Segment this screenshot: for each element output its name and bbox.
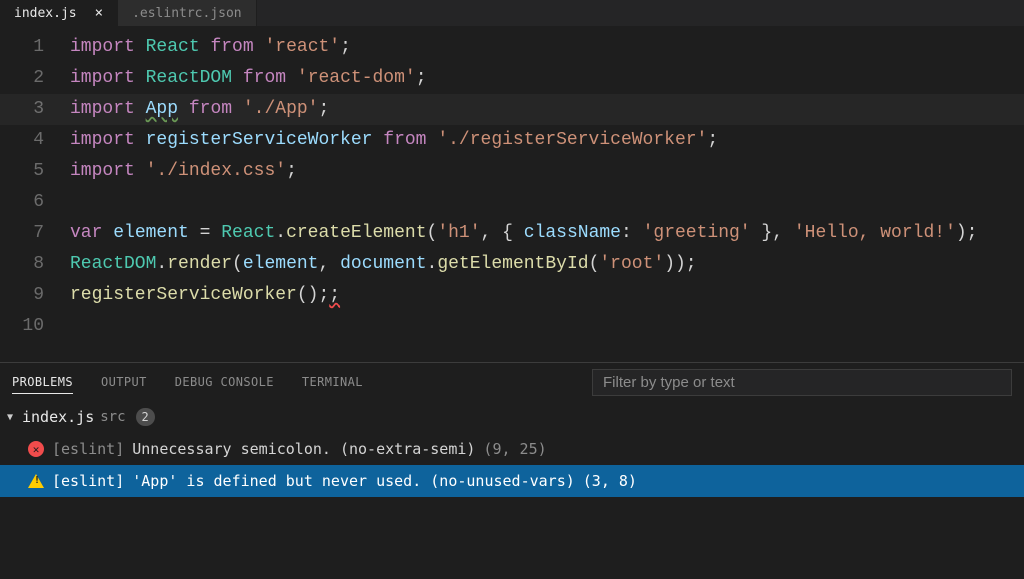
panel-tab-debugconsole[interactable]: DEBUG CONSOLE [175,371,274,393]
code-line[interactable]: registerServiceWorker();; [66,280,1024,311]
code-line[interactable]: import ReactDOM from 'react-dom'; [66,63,1024,94]
line-number: 2 [0,63,44,94]
code-line[interactable]: ReactDOM.render(element, document.getEle… [66,249,1024,280]
close-icon[interactable]: × [95,6,103,20]
problems-file-name: index.js [22,408,94,426]
problem-source: [eslint] [52,440,124,458]
problem-item[interactable]: [eslint] 'App' is defined but never used.… [0,465,1024,497]
code-line[interactable]: import App from './App'; [66,94,1024,125]
filter-input[interactable] [592,369,1012,396]
problem-location: (3, 8) [583,472,637,490]
code-line[interactable]: import registerServiceWorker from './reg… [66,125,1024,156]
problems-file-row[interactable]: ▼ index.js src 2 [0,401,1024,433]
panel-tab-terminal[interactable]: TERMINAL [302,371,363,393]
bottom-panel: PROBLEMS OUTPUT DEBUG CONSOLE TERMINAL ▼… [0,362,1024,497]
line-number: 8 [0,249,44,280]
problem-location: (9, 25) [483,440,546,458]
problems-count-badge: 2 [136,408,155,426]
line-number: 5 [0,156,44,187]
line-number: 7 [0,218,44,249]
code-line[interactable] [66,311,1024,342]
error-icon: ✕ [28,441,44,457]
code-line[interactable] [66,187,1024,218]
problems-filter [592,369,1012,396]
tab-label: .eslintrc.json [132,6,242,21]
tab-label: index.js [14,6,77,21]
panel-tab-output[interactable]: OUTPUT [101,371,147,393]
line-number-gutter: 12345678910 [0,32,66,362]
line-number: 4 [0,125,44,156]
tab-eslintrc[interactable]: .eslintrc.json [118,0,257,26]
code-editor[interactable]: 12345678910 import React from 'react';im… [0,26,1024,362]
line-number: 10 [0,311,44,342]
tab-index-js[interactable]: index.js × [0,0,118,26]
panel-tab-bar: PROBLEMS OUTPUT DEBUG CONSOLE TERMINAL [0,363,1024,401]
panel-tab-problems[interactable]: PROBLEMS [12,371,73,394]
editor-tabs: index.js × .eslintrc.json [0,0,1024,26]
problem-source: [eslint] [52,472,124,490]
line-number: 1 [0,32,44,63]
problems-file-dir: src [100,409,125,425]
code-line[interactable]: var element = React.createElement('h1', … [66,218,1024,249]
code-line[interactable]: import React from 'react'; [66,32,1024,63]
line-number: 6 [0,187,44,218]
problems-list: ✕ [eslint] Unnecessary semicolon. (no-extr… [0,433,1024,497]
warning-icon [28,474,44,488]
problem-message: 'App' is defined but never used. (no-unu… [132,472,575,490]
problem-message: Unnecessary semicolon. (no-extra-semi) [132,440,475,458]
line-number: 9 [0,280,44,311]
code-line[interactable]: import './index.css'; [66,156,1024,187]
code-area[interactable]: import React from 'react';import ReactDO… [66,32,1024,362]
chevron-down-icon: ▼ [4,412,16,423]
problem-item[interactable]: ✕ [eslint] Unnecessary semicolon. (no-extr… [0,433,1024,465]
